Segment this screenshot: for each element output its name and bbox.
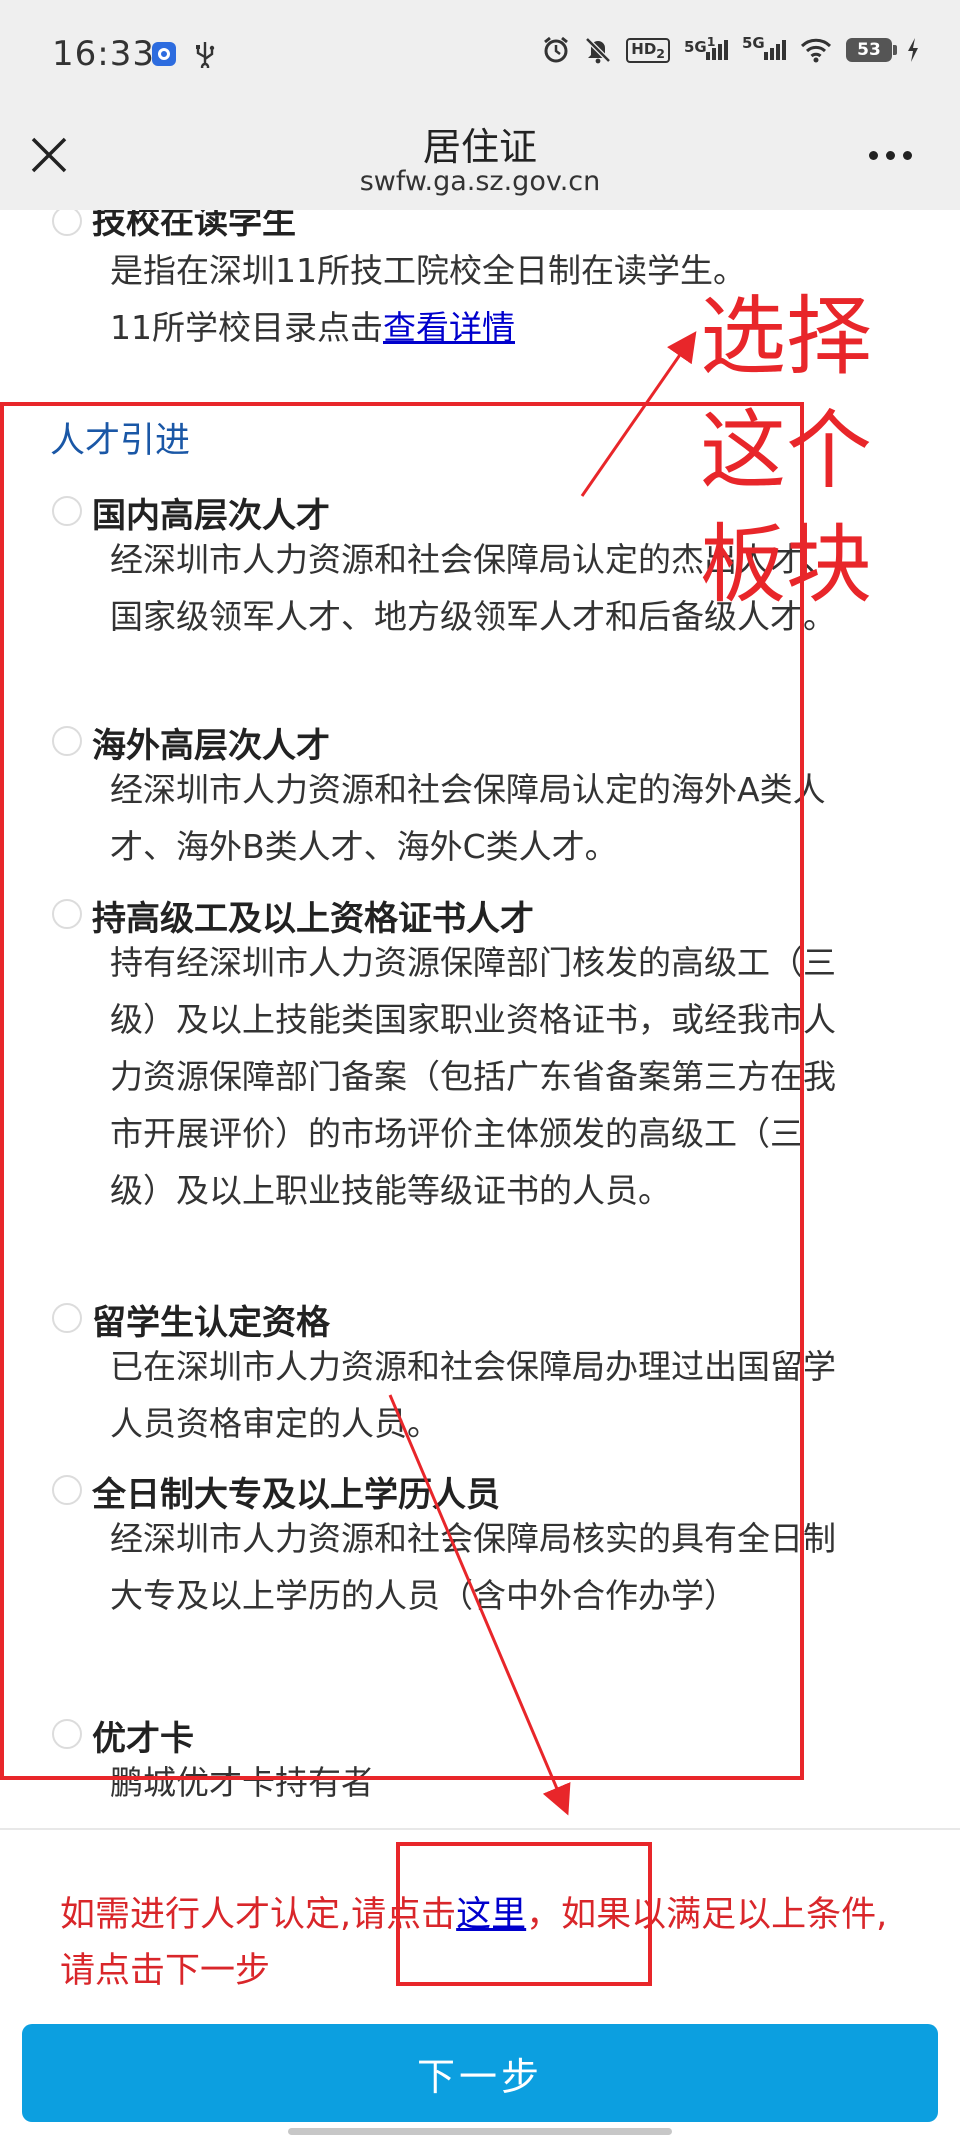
status-bar: 16:33 HD2 5G1 5G 53 [0, 0, 960, 110]
annotation-text: 选择这个板块 [700, 287, 872, 615]
more-dot-icon [885, 150, 895, 160]
mute-icon [584, 36, 612, 64]
charging-icon [906, 37, 920, 63]
home-indicator[interactable] [288, 2128, 672, 2135]
alarm-icon [542, 36, 570, 64]
divider [0, 1828, 960, 1830]
hd-icon: HD2 [626, 37, 670, 63]
wifi-icon [800, 37, 832, 63]
annotation-section-box [0, 402, 804, 1780]
radio-technical-school-student[interactable] [52, 210, 82, 236]
page-title: 居住证 [422, 125, 537, 169]
status-time: 16:33 [52, 34, 155, 74]
more-button[interactable] [860, 140, 920, 170]
signal-5g-icon: 5G [742, 34, 786, 60]
nav-bar: 居住证 swfw.ga.sz.gov.cn [0, 110, 960, 210]
option-title: 技校在读学生 [92, 210, 296, 242]
option-desc-text: 11所学校目录点击 [110, 308, 383, 347]
more-dot-icon [902, 150, 912, 160]
battery-icon: 53 [846, 38, 897, 62]
more-dot-icon [868, 150, 878, 160]
page-domain: swfw.ga.sz.gov.cn [359, 166, 601, 197]
view-details-link[interactable]: 查看详情 [383, 308, 515, 347]
status-left-icons [152, 40, 216, 68]
status-right-icons: HD2 5G1 5G 53 [542, 34, 920, 64]
next-step-button[interactable]: 下一步 [22, 2024, 938, 2122]
usb-icon [194, 40, 216, 68]
signal-5g-icon: 5G1 [684, 34, 728, 60]
annotation-link-box [396, 1842, 652, 1986]
app-icon [152, 42, 176, 66]
